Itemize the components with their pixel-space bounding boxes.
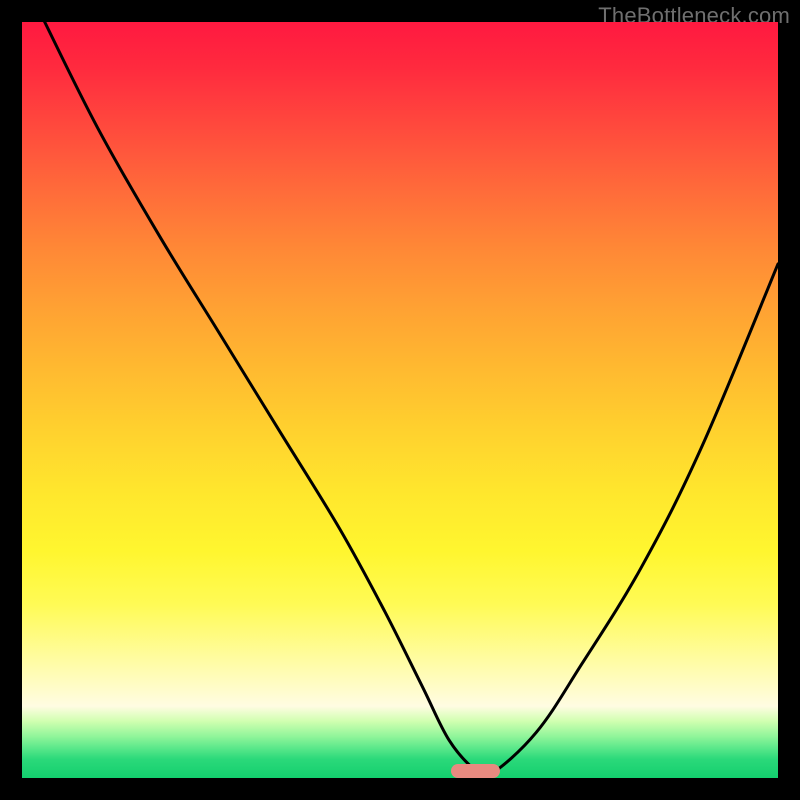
chart-frame bbox=[22, 22, 778, 778]
optimal-point-marker bbox=[451, 764, 500, 778]
chart-background-gradient bbox=[22, 22, 778, 778]
